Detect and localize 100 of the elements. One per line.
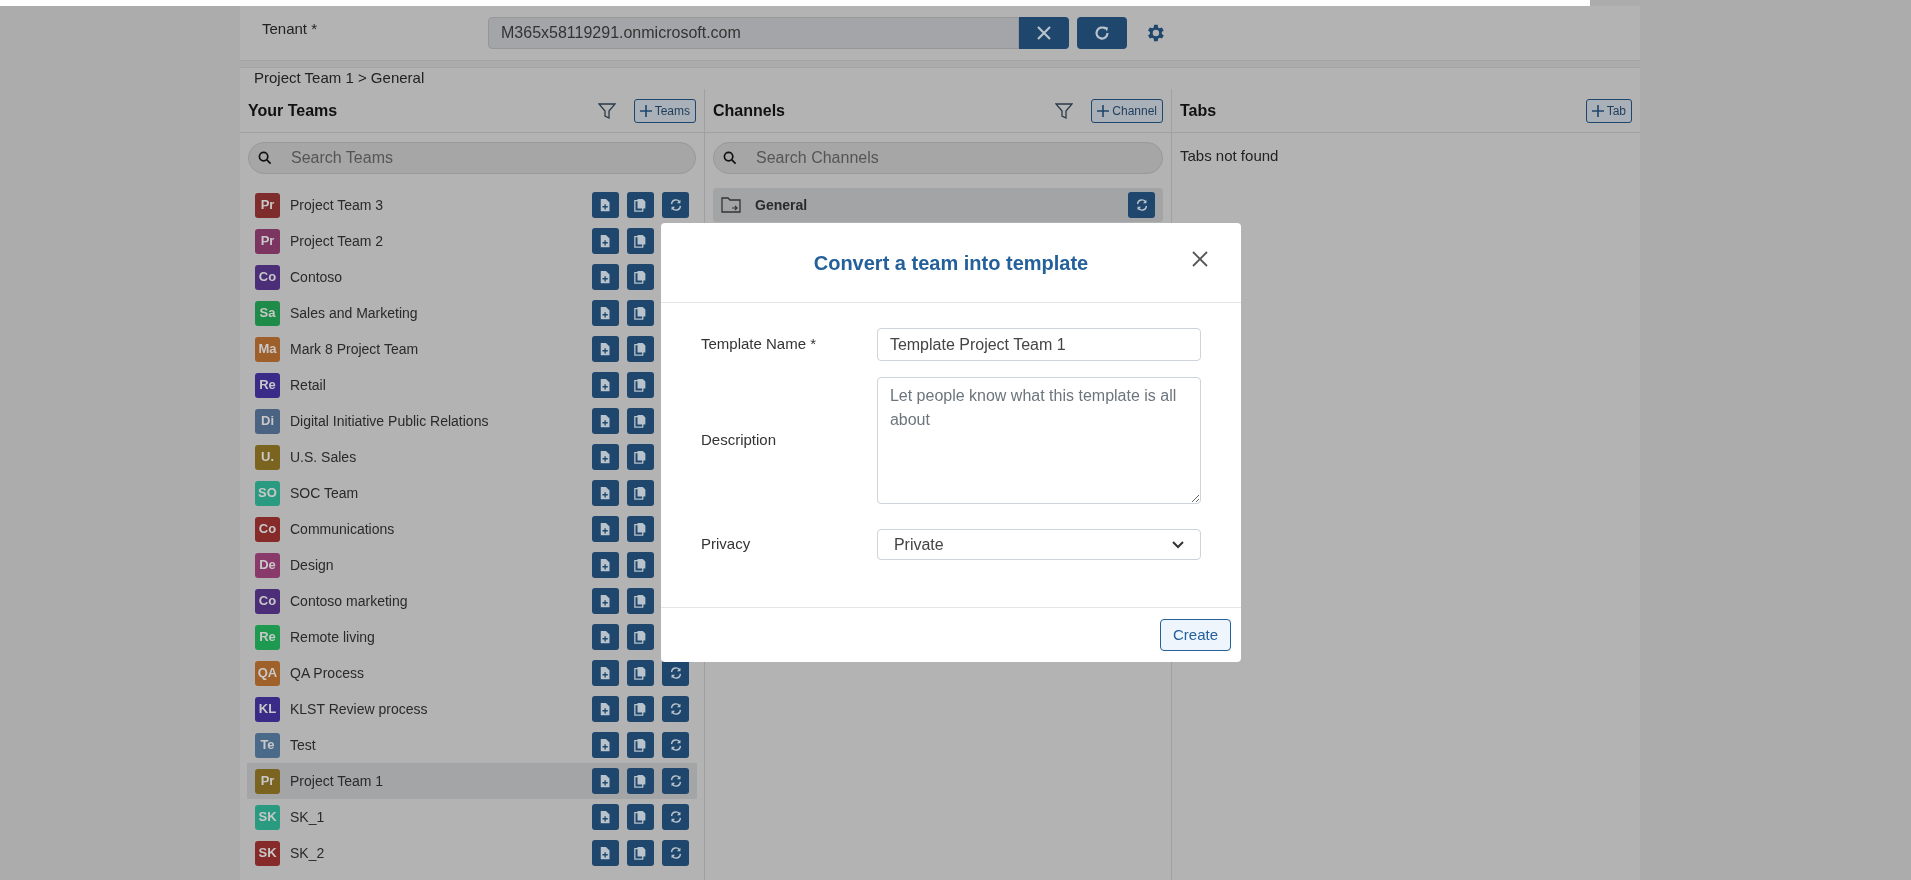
copy-button[interactable] <box>627 840 654 866</box>
team-name: SOC Team <box>290 483 360 503</box>
copy-button[interactable] <box>627 444 654 470</box>
copy-button[interactable] <box>627 552 654 578</box>
refresh-button[interactable] <box>1077 17 1127 49</box>
sync-button[interactable] <box>662 696 689 722</box>
team-avatar: Sa <box>255 300 280 326</box>
add-file-button[interactable] <box>592 192 619 218</box>
add-file-button[interactable] <box>592 588 619 614</box>
description-field[interactable]: Let people know what this template is all about <box>876 377 1201 504</box>
team-avatar: Pr <box>255 768 280 794</box>
breadcrumb: Project Team 1 > General <box>254 68 425 89</box>
copy-button[interactable] <box>627 336 654 362</box>
team-list-item[interactable]: Pr Project Team 3 <box>247 187 697 223</box>
team-name: SK_1 <box>290 807 326 827</box>
copy-button[interactable] <box>627 300 654 326</box>
add-file-button[interactable] <box>592 372 619 398</box>
clear-button[interactable] <box>1019 17 1069 49</box>
sync-button[interactable] <box>662 192 689 218</box>
add-file-button[interactable] <box>592 408 619 434</box>
copy-icon <box>633 845 648 861</box>
team-avatar: Ma <box>255 336 280 362</box>
team-name: KLST Review process <box>290 699 429 719</box>
sync-icon <box>668 197 683 213</box>
add-file-button[interactable] <box>592 732 619 758</box>
file-plus-icon <box>598 377 613 393</box>
sync-button[interactable] <box>662 660 689 686</box>
search-field[interactable]: Search Teams <box>248 142 696 174</box>
add-file-button[interactable] <box>592 336 619 362</box>
search-field[interactable]: Search Channels <box>713 142 1163 174</box>
add-file-button[interactable] <box>592 840 619 866</box>
copy-button[interactable] <box>627 696 654 722</box>
team-avatar: Re <box>255 372 280 398</box>
sync-icon <box>668 665 683 681</box>
sync-button[interactable] <box>662 840 689 866</box>
team-list-item[interactable]: SK SK_1 <box>247 799 697 835</box>
file-plus-icon <box>598 449 613 465</box>
team-list-item[interactable]: QA QA Process <box>247 655 697 691</box>
team-avatar: Co <box>255 264 280 290</box>
file-plus-icon <box>598 305 613 321</box>
privacy-dropdown[interactable]: Private <box>876 529 1201 560</box>
team-list-item[interactable]: Pr Project Team 1 <box>247 763 697 799</box>
sync-button[interactable] <box>1128 192 1155 218</box>
copy-button[interactable] <box>627 264 654 290</box>
copy-icon <box>633 701 648 717</box>
team-avatar: Co <box>255 516 280 542</box>
copy-icon <box>633 557 648 573</box>
sync-button[interactable] <box>662 768 689 794</box>
team-list-item[interactable]: SK SK_2 <box>247 835 697 871</box>
empty-message: Tabs not found <box>1180 146 1280 166</box>
add-file-button[interactable] <box>592 624 619 650</box>
copy-button[interactable] <box>627 660 654 686</box>
plus-icon <box>1591 104 1604 117</box>
team-avatar: Di <box>255 408 280 434</box>
add-file-button[interactable] <box>592 480 619 506</box>
team-avatar: KL <box>255 696 280 722</box>
add-file-button[interactable] <box>592 552 619 578</box>
add-file-button[interactable] <box>592 660 619 686</box>
add-file-button[interactable] <box>592 300 619 326</box>
team-name: Contoso marketing <box>290 591 409 611</box>
sync-icon <box>668 701 683 717</box>
sync-icon <box>1134 197 1149 213</box>
text-field[interactable]: Template Project Team 1 <box>876 328 1201 361</box>
add-file-button[interactable] <box>592 768 619 794</box>
tenant-field[interactable]: M365x58119291.onmicrosoft.com <box>488 17 1019 49</box>
sync-button[interactable] <box>662 804 689 830</box>
copy-icon <box>633 521 648 537</box>
add-file-button[interactable] <box>592 516 619 542</box>
copy-button[interactable] <box>627 408 654 434</box>
close-icon <box>1036 25 1052 41</box>
add-file-button[interactable] <box>592 228 619 254</box>
copy-button[interactable] <box>627 192 654 218</box>
team-list-item[interactable]: KL KLST Review process <box>247 691 697 727</box>
folder-icon <box>721 196 741 214</box>
copy-button[interactable] <box>627 516 654 542</box>
team-list-item[interactable]: Te Test <box>247 727 697 763</box>
copy-button[interactable] <box>627 804 654 830</box>
add-file-button[interactable] <box>592 264 619 290</box>
team-avatar: Co <box>255 588 280 614</box>
sync-button[interactable] <box>662 732 689 758</box>
panel-title: Your Teams <box>248 100 339 121</box>
create-button[interactable]: Create <box>1159 619 1231 651</box>
copy-button[interactable] <box>627 768 654 794</box>
tenant-label: Tenant * <box>262 19 319 39</box>
channel-list-item[interactable]: General <box>713 188 1163 222</box>
copy-button[interactable] <box>627 732 654 758</box>
copy-button[interactable] <box>627 624 654 650</box>
copy-button[interactable] <box>627 228 654 254</box>
add-file-button[interactable] <box>592 804 619 830</box>
copy-button[interactable] <box>627 588 654 614</box>
copy-icon <box>633 341 648 357</box>
add-button[interactable]: Channel <box>1091 98 1163 123</box>
copy-button[interactable] <box>627 372 654 398</box>
team-name: Design <box>290 555 335 575</box>
add-button[interactable]: Tab <box>1585 98 1632 123</box>
add-file-button[interactable] <box>592 696 619 722</box>
add-button[interactable]: Teams <box>633 98 696 123</box>
add-file-button[interactable] <box>592 444 619 470</box>
close-icon <box>1192 251 1208 267</box>
copy-button[interactable] <box>627 480 654 506</box>
